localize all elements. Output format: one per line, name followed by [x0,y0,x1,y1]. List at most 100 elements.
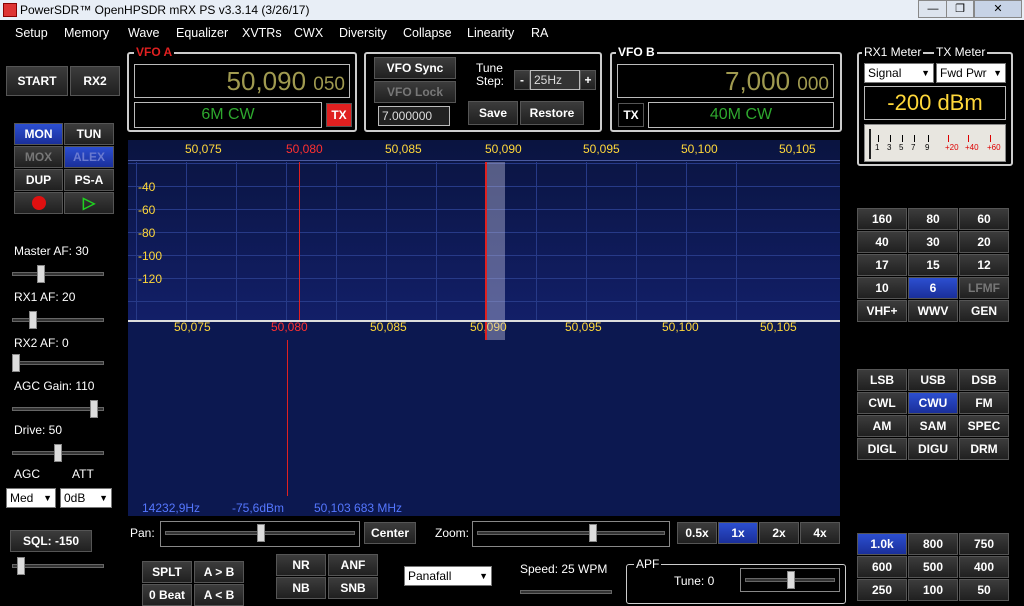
center-button[interactable]: Center [364,522,416,544]
band-button-wwv[interactable]: WWV [908,300,958,322]
filter-button-50[interactable]: 50 [959,579,1009,601]
mode-button-am[interactable]: AM [857,415,907,437]
zoom-4x-button[interactable]: 4x [800,522,840,544]
pan-slider[interactable] [160,521,360,547]
cw-speed-slider[interactable] [516,584,616,600]
filter-button-100[interactable]: 100 [908,579,958,601]
band-button-30[interactable]: 30 [908,231,958,253]
filter-button-10k[interactable]: 1.0k [857,533,907,555]
vfo-b-tx-button[interactable]: TX [618,103,644,127]
minimize-button[interactable]: — [918,0,948,18]
sql-slider[interactable] [8,555,108,577]
vfo-a-tx-button[interactable]: TX [326,103,352,127]
filter-button-600[interactable]: 600 [857,556,907,578]
mode-button-sam[interactable]: SAM [908,415,958,437]
menu-equalizer[interactable]: Equalizer [176,26,228,40]
filter-button-500[interactable]: 500 [908,556,958,578]
zoom-2x-button[interactable]: 2x [759,522,799,544]
band-button-20[interactable]: 20 [959,231,1009,253]
drive-slider[interactable] [8,442,108,464]
filter-button-800[interactable]: 800 [908,533,958,555]
band-button-12[interactable]: 12 [959,254,1009,276]
menu-cwx[interactable]: CWX [294,26,323,40]
restore-button[interactable]: Restore [520,101,584,125]
start-button[interactable]: START [6,66,68,96]
band-button-15[interactable]: 15 [908,254,958,276]
band-button-60[interactable]: 60 [959,208,1009,230]
menu-xvtrs[interactable]: XVTRs [242,26,282,40]
filter-button-400[interactable]: 400 [959,556,1009,578]
maximize-button[interactable]: ❐ [946,0,974,18]
panadapter[interactable]: 50,075 50,080 50,085 50,090 50,095 50,100 50,1… [128,140,840,322]
menu-wave[interactable]: Wave [128,26,160,40]
close-button[interactable]: ✕ [974,0,1022,18]
menu-diversity[interactable]: Diversity [339,26,387,40]
mode-button-fm[interactable]: FM [959,392,1009,414]
filter-button-750[interactable]: 750 [959,533,1009,555]
mode-button-cwl[interactable]: CWL [857,392,907,414]
rx1-af-slider[interactable] [8,309,108,331]
band-button-80[interactable]: 80 [908,208,958,230]
rx1-meter-select[interactable]: Signal [864,63,934,83]
save-button[interactable]: Save [468,101,518,125]
band-button-160[interactable]: 160 [857,208,907,230]
apf-tune-slider[interactable] [740,568,840,592]
nb-button[interactable]: NB [276,577,326,599]
rx2-button[interactable]: RX2 [70,66,120,96]
mox-button[interactable]: MOX [14,146,63,168]
master-af-slider[interactable] [8,263,108,285]
att-select[interactable]: 0dB [60,488,112,508]
display-mode-select[interactable]: Panafall [404,566,492,586]
menu-memory[interactable]: Memory [64,26,109,40]
filter-button-250[interactable]: 250 [857,579,907,601]
alex-button[interactable]: ALEX [64,146,114,168]
zoom-1x-button[interactable]: 1x [718,522,758,544]
mode-button-lsb[interactable]: LSB [857,369,907,391]
menu-collapse[interactable]: Collapse [403,26,452,40]
mode-button-digu[interactable]: DIGU [908,438,958,460]
band-button-gen[interactable]: GEN [959,300,1009,322]
band-button-10[interactable]: 10 [857,277,907,299]
menu-setup[interactable]: Setup [15,26,48,40]
b-to-a-button[interactable]: A < B [194,584,244,606]
play-button[interactable]: ▷ [64,192,114,214]
band-button-vhf[interactable]: VHF+ [857,300,907,322]
tune-step-minus-button[interactable]: - [514,70,530,90]
mode-button-digl[interactable]: DIGL [857,438,907,460]
zoom-slider[interactable] [472,521,670,547]
vfo-freq-input[interactable]: 7.000000 [378,106,450,126]
band-button-40[interactable]: 40 [857,231,907,253]
vfo-lock-button[interactable]: VFO Lock [374,81,456,103]
ps-a-button[interactable]: PS-A [64,169,114,191]
tun-button[interactable]: TUN [64,123,114,145]
mode-button-dsb[interactable]: DSB [959,369,1009,391]
snb-button[interactable]: SNB [328,577,378,599]
band-button-17[interactable]: 17 [857,254,907,276]
mode-button-usb[interactable]: USB [908,369,958,391]
zoom-0-5x-button[interactable]: 0.5x [677,522,717,544]
anf-button[interactable]: ANF [328,554,378,576]
mon-button[interactable]: MON [14,123,63,145]
tx-meter-select[interactable]: Fwd Pwr [936,63,1006,83]
vfo-a-frequency[interactable]: 50,090 050 [134,64,350,98]
menu-linearity[interactable]: Linearity [467,26,514,40]
menu-ra[interactable]: RA [531,26,548,40]
band-button-6[interactable]: 6 [908,277,958,299]
agc-gain-slider[interactable] [8,398,108,420]
dup-button[interactable]: DUP [14,169,63,191]
sql-button[interactable]: SQL: -150 [10,530,92,552]
agc-select[interactable]: Med [6,488,56,508]
tune-step-plus-button[interactable]: + [580,70,596,90]
a-to-b-button[interactable]: A > B [194,561,244,583]
mode-button-drm[interactable]: DRM [959,438,1009,460]
nr-button[interactable]: NR [276,554,326,576]
mode-button-cwu[interactable]: CWU [908,392,958,414]
record-button[interactable] [14,192,63,214]
vfo-sync-button[interactable]: VFO Sync [374,57,456,79]
mode-button-spec[interactable]: SPEC [959,415,1009,437]
rx2-af-slider[interactable] [8,352,108,374]
split-button[interactable]: SPLT [142,561,192,583]
zero-beat-button[interactable]: 0 Beat [142,584,192,606]
band-button-lfmf[interactable]: LFMF [959,277,1009,299]
waterfall[interactable]: 50,075 50,080 50,085 50,090 50,095 50,100 50,1… [128,320,840,500]
